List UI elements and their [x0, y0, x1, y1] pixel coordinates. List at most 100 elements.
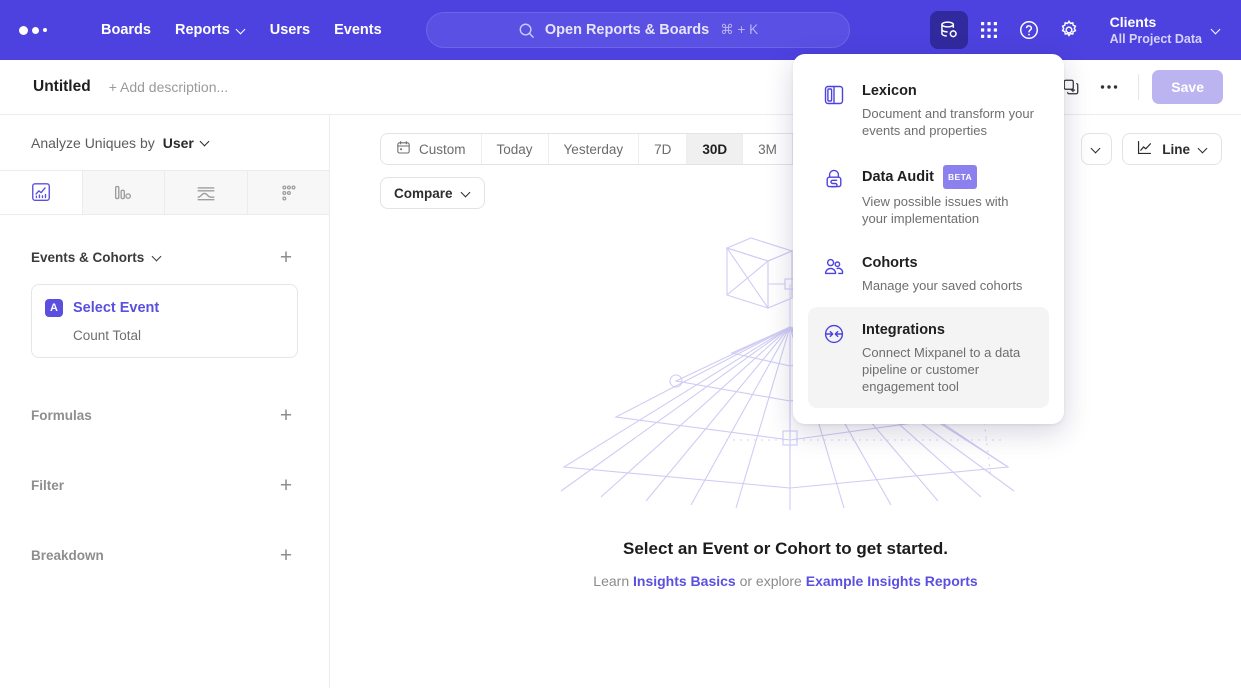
dropdown-item-data-audit-title: Data Audit BETA: [862, 165, 1035, 189]
dropdown-item-cohorts-desc: Manage your saved cohorts: [862, 277, 1022, 294]
data-audit-lock-icon: [822, 167, 846, 227]
nav-item-events[interactable]: Events: [322, 14, 394, 46]
divider: [1138, 74, 1139, 100]
data-management-dropdown: Lexicon Document and transform your even…: [793, 54, 1064, 424]
chevron-down-icon: [201, 138, 210, 147]
add-description-button[interactable]: + Add description...: [109, 79, 228, 95]
dropdown-item-cohorts[interactable]: Cohorts Manage your saved cohorts: [808, 240, 1049, 307]
calendar-icon: [396, 140, 411, 158]
add-formula-button[interactable]: +: [274, 403, 298, 427]
event-letter-badge: A: [45, 299, 63, 317]
search-shortcut: ⌘ + K: [720, 22, 758, 38]
empty-state-middle-text: or explore: [736, 573, 806, 589]
lexicon-book-icon: [822, 83, 846, 139]
section-breakdown-title: Breakdown: [31, 548, 104, 563]
logo-dot-small: [43, 28, 47, 32]
report-type-tabs: [0, 171, 329, 215]
nav-item-users-label: Users: [270, 22, 310, 38]
event-card-row: A Select Event: [45, 299, 283, 317]
example-insights-reports-link[interactable]: Example Insights Reports: [806, 573, 978, 589]
section-filter: Filter +: [31, 470, 298, 500]
section-formulas: Formulas +: [31, 400, 298, 430]
empty-state-subtitle: Learn Insights Basics or explore Example…: [593, 573, 977, 589]
empty-state-learn-prefix: Learn: [593, 573, 633, 589]
search-placeholder: Open Reports & Boards: [545, 22, 709, 38]
help-circle-icon[interactable]: [1010, 11, 1048, 49]
dropdown-item-data-audit[interactable]: Data Audit BETA View possible issues wit…: [808, 152, 1049, 240]
analyze-label: Analyze Uniques by: [31, 135, 155, 151]
dropdown-item-integrations[interactable]: Integrations Connect Mixpanel to a data …: [808, 307, 1049, 408]
analyze-uniques-row: Analyze Uniques by User: [0, 115, 329, 171]
logo-dot-large: [19, 26, 28, 35]
insights-basics-link[interactable]: Insights Basics: [633, 573, 736, 589]
interval-selector[interactable]: [1081, 133, 1112, 165]
dropdown-item-lexicon[interactable]: Lexicon Document and transform your even…: [808, 68, 1049, 152]
cohorts-people-icon: [822, 255, 846, 294]
analyze-unit-value: User: [163, 135, 194, 151]
top-navigation-bar: Boards Reports Users Events Open Reports…: [0, 0, 1241, 60]
date-range-3m[interactable]: 3M: [743, 134, 793, 164]
tab-funnels[interactable]: [83, 171, 166, 214]
date-range-custom-label: Custom: [419, 142, 466, 157]
chart-toolbar: Custom Today Yesterday 7D 30D 3M 6M: [330, 115, 1241, 209]
report-header-actions: Save: [1055, 70, 1223, 104]
nav-item-boards[interactable]: Boards: [89, 14, 163, 46]
chevron-down-icon: [462, 189, 471, 198]
dropdown-item-lexicon-desc: Document and transform your events and p…: [862, 105, 1035, 139]
section-events-cohorts-label: Events & Cohorts: [31, 250, 144, 265]
nav-item-events-label: Events: [334, 22, 382, 38]
header-icon-group: Clients All Project Data: [930, 0, 1227, 60]
chevron-down-icon: [237, 26, 246, 35]
nav-item-reports-label: Reports: [175, 22, 230, 38]
tab-retention[interactable]: [248, 171, 330, 214]
data-management-icon[interactable]: [930, 11, 968, 49]
nav-item-users[interactable]: Users: [258, 14, 322, 46]
dropdown-item-cohorts-body: Cohorts Manage your saved cohorts: [862, 253, 1022, 294]
beta-badge: BETA: [943, 165, 977, 189]
project-selector[interactable]: Clients All Project Data: [1102, 10, 1227, 51]
section-filter-title: Filter: [31, 478, 64, 493]
more-horizontal-icon[interactable]: [1093, 71, 1125, 103]
date-range-7d[interactable]: 7D: [639, 134, 687, 164]
empty-state-title: Select an Event or Cohort to get started…: [623, 539, 948, 559]
compare-button[interactable]: Compare: [380, 177, 485, 209]
sidebar-sections: Events & Cohorts + A Select Event Count …: [0, 242, 329, 570]
dropdown-item-cohorts-title: Cohorts: [862, 253, 1022, 273]
tab-flows[interactable]: [165, 171, 248, 214]
date-range-today[interactable]: Today: [482, 134, 549, 164]
select-event-link[interactable]: Select Event: [73, 300, 159, 316]
date-range-30d[interactable]: 30D: [687, 134, 743, 164]
event-card[interactable]: A Select Event Count Total: [31, 284, 298, 358]
section-filter-label: Filter: [31, 478, 64, 493]
section-formulas-title: Formulas: [31, 408, 92, 423]
section-formulas-label: Formulas: [31, 408, 92, 423]
add-filter-button[interactable]: +: [274, 473, 298, 497]
search-input[interactable]: Open Reports & Boards ⌘ + K: [426, 12, 850, 48]
left-sidebar: Analyze Uniques by User: [0, 115, 330, 688]
tab-insights[interactable]: [0, 171, 83, 214]
section-events-cohorts-title[interactable]: Events & Cohorts: [31, 250, 162, 265]
dropdown-item-data-audit-label: Data Audit: [862, 167, 934, 187]
search-icon: [518, 22, 535, 39]
add-event-button[interactable]: +: [274, 245, 298, 269]
dropdown-item-data-audit-desc: View possible issues with your implement…: [862, 193, 1035, 227]
logo-dot-medium: [32, 27, 39, 34]
dropdown-item-lexicon-title: Lexicon: [862, 81, 1035, 101]
toolbar-right-controls: Line: [1081, 133, 1222, 165]
mixpanel-logo[interactable]: [19, 0, 47, 60]
analyze-unit-selector[interactable]: User: [163, 135, 210, 151]
event-measure-label[interactable]: Count Total: [73, 328, 283, 343]
settings-gear-icon[interactable]: [1050, 11, 1088, 49]
main-canvas: Custom Today Yesterday 7D 30D 3M 6M: [330, 115, 1241, 688]
page-title[interactable]: Untitled: [33, 78, 91, 96]
chevron-down-icon: [1199, 145, 1208, 154]
chevron-down-icon: [1092, 145, 1101, 154]
apps-grid-icon[interactable]: [970, 11, 1008, 49]
chart-type-selector[interactable]: Line: [1122, 133, 1222, 165]
date-range-yesterday[interactable]: Yesterday: [549, 134, 640, 164]
nav-item-reports[interactable]: Reports: [163, 14, 258, 46]
save-button[interactable]: Save: [1152, 70, 1223, 104]
date-range-custom[interactable]: Custom: [381, 134, 482, 164]
nav-links: Boards Reports Users Events: [89, 14, 394, 46]
add-breakdown-button[interactable]: +: [274, 543, 298, 567]
